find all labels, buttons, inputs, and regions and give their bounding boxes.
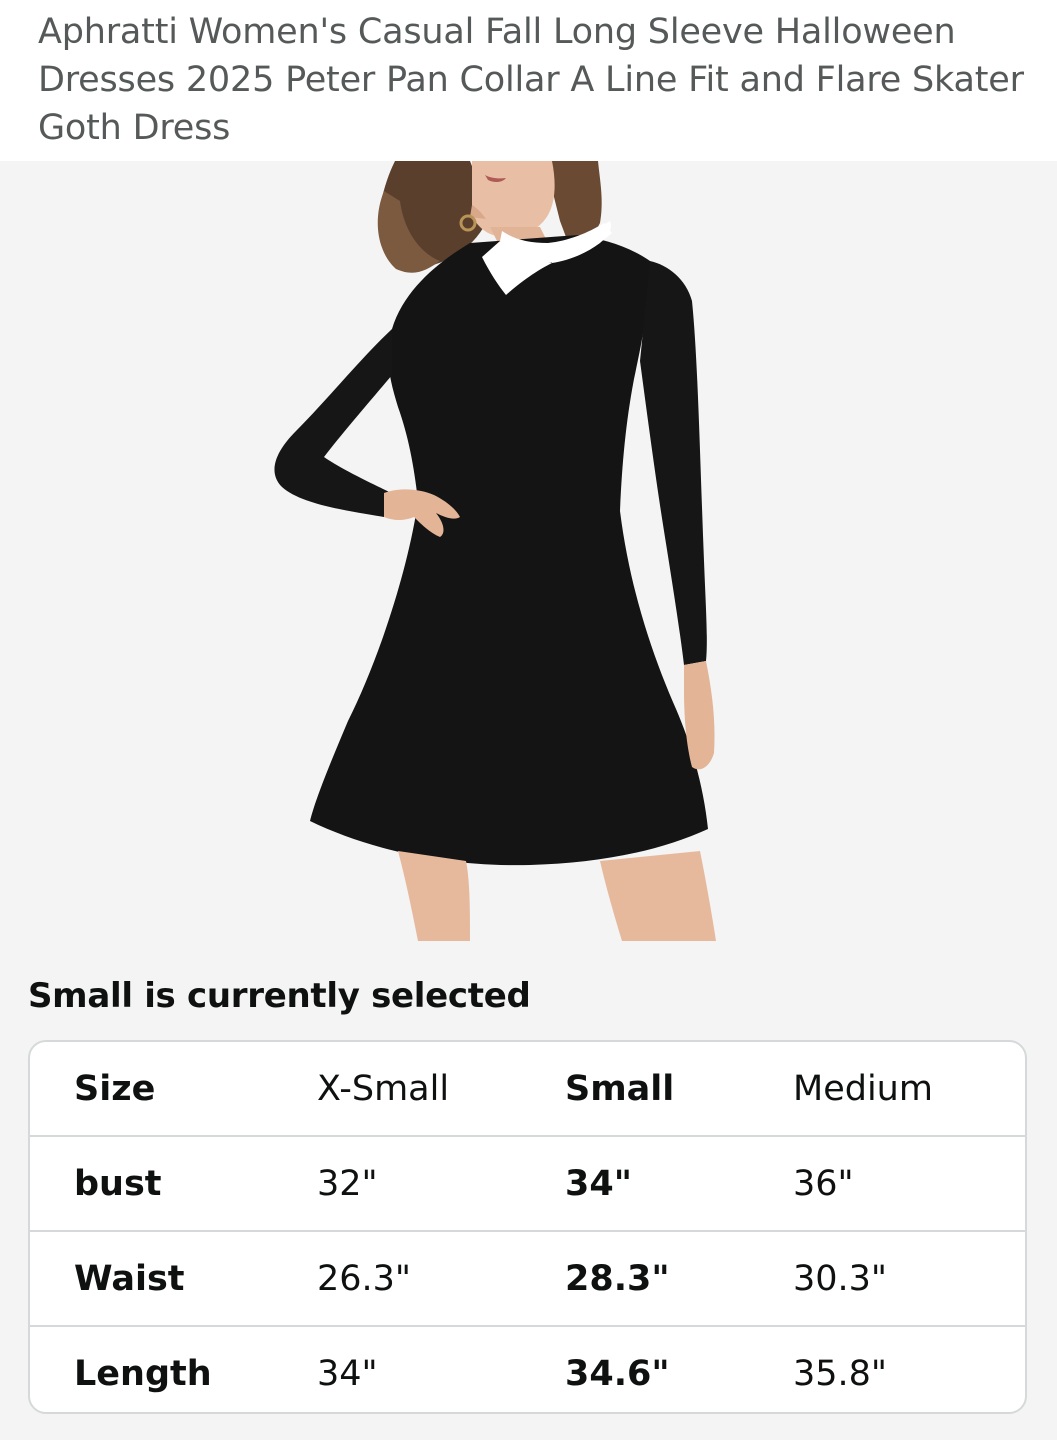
table-header-row: Size X-Small Small Medium bbox=[30, 1042, 1025, 1136]
table-cell-selected: 34" bbox=[565, 1135, 793, 1231]
table-cell: 26.3" bbox=[317, 1230, 565, 1326]
table-cell: 35.8" bbox=[793, 1325, 1025, 1412]
table-row: Length 34" 34.6" 35.8" bbox=[30, 1325, 1025, 1412]
selected-size-caption: Small is currently selected bbox=[28, 976, 531, 1016]
table-cell: 36" bbox=[793, 1135, 1025, 1231]
measurement-label: Length bbox=[30, 1325, 317, 1412]
table-cell-selected: 28.3" bbox=[565, 1230, 793, 1326]
measurement-label: Waist bbox=[30, 1230, 317, 1326]
size-option-small[interactable]: Small bbox=[565, 1042, 793, 1136]
table-header-cell: Size bbox=[74, 1068, 156, 1109]
table-cell-selected: 34.6" bbox=[565, 1325, 793, 1412]
title-area: Aphratti Women's Casual Fall Long Sleeve… bbox=[0, 0, 1057, 161]
table-cell: 30.3" bbox=[793, 1230, 1025, 1326]
size-chart: Size X-Small Small Medium bust 32" 34" 3… bbox=[28, 1040, 1027, 1414]
size-option-x-small[interactable]: X-Small bbox=[317, 1042, 565, 1136]
table-cell: 32" bbox=[317, 1135, 565, 1231]
product-photo bbox=[274, 161, 716, 941]
product-image[interactable] bbox=[0, 161, 1057, 941]
size-chart-table: Size X-Small Small Medium bust 32" 34" 3… bbox=[30, 1042, 1025, 1412]
table-cell: 34" bbox=[317, 1325, 565, 1412]
measurement-label: bust bbox=[30, 1135, 317, 1231]
table-row: Waist 26.3" 28.3" 30.3" bbox=[30, 1230, 1025, 1326]
table-row: bust 32" 34" 36" bbox=[30, 1135, 1025, 1231]
size-option-medium[interactable]: Medium bbox=[793, 1042, 1025, 1136]
product-title: Aphratti Women's Casual Fall Long Sleeve… bbox=[38, 12, 1024, 148]
